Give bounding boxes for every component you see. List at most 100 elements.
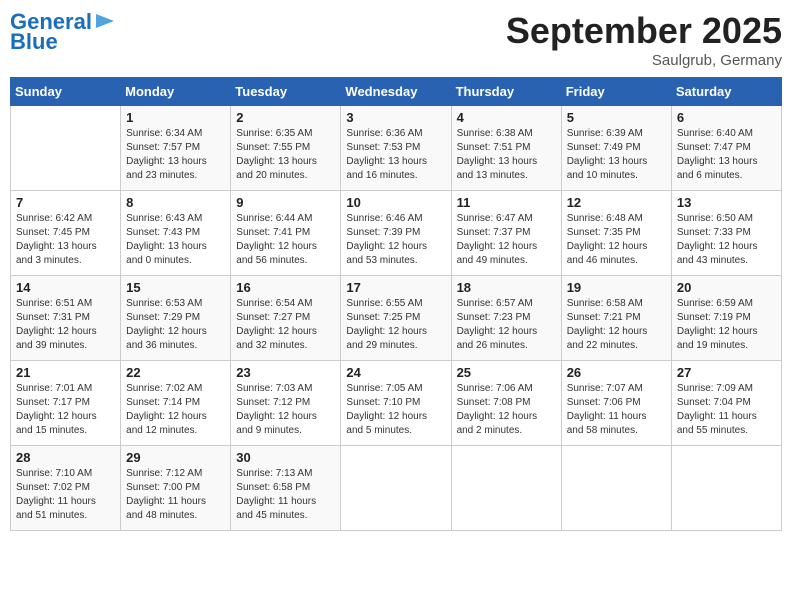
calendar-cell: 25 Sunrise: 7:06 AM Sunset: 7:08 PM Dayli… <box>451 361 561 446</box>
day-number: 28 <box>16 450 115 465</box>
calendar-cell <box>671 446 781 531</box>
calendar-cell: 28 Sunrise: 7:10 AM Sunset: 7:02 PM Dayli… <box>11 446 121 531</box>
calendar-cell: 9 Sunrise: 6:44 AM Sunset: 7:41 PM Daylig… <box>231 191 341 276</box>
calendar-cell: 7 Sunrise: 6:42 AM Sunset: 7:45 PM Daylig… <box>11 191 121 276</box>
day-number: 2 <box>236 110 335 125</box>
calendar-table: SundayMondayTuesdayWednesdayThursdayFrid… <box>10 77 782 531</box>
title-block: September 2025 Saulgrub, Germany <box>506 10 782 69</box>
calendar-cell <box>451 446 561 531</box>
logo-arrow-icon <box>94 10 116 32</box>
day-info: Sunrise: 6:54 AM Sunset: 7:27 PM Dayligh… <box>236 297 335 353</box>
calendar-cell: 20 Sunrise: 6:59 AM Sunset: 7:19 PM Dayli… <box>671 276 781 361</box>
day-number: 14 <box>16 280 115 295</box>
day-number: 27 <box>677 365 776 380</box>
day-info: Sunrise: 7:09 AM Sunset: 7:04 PM Dayligh… <box>677 382 776 438</box>
calendar-cell: 17Sunrise: 6:55 AM Sunset: 7:25 PM Dayli… <box>341 276 451 361</box>
col-header-saturday: Saturday <box>671 78 781 106</box>
day-info: Sunrise: 7:05 AM Sunset: 7:10 PM Dayligh… <box>346 382 445 438</box>
day-number: 25 <box>457 365 556 380</box>
calendar-cell: 8Sunrise: 6:43 AM Sunset: 7:43 PM Daylig… <box>121 191 231 276</box>
day-info: Sunrise: 7:02 AM Sunset: 7:14 PM Dayligh… <box>126 382 225 438</box>
day-number: 21 <box>16 365 115 380</box>
logo-text2: Blue <box>10 30 58 54</box>
day-info: Sunrise: 7:01 AM Sunset: 7:17 PM Dayligh… <box>16 382 115 438</box>
calendar-cell: 14 Sunrise: 6:51 AM Sunset: 7:31 PM Dayli… <box>11 276 121 361</box>
calendar-cell: 30 Sunrise: 7:13 AM Sunset: 6:58 PM Dayli… <box>231 446 341 531</box>
calendar-cell: 16 Sunrise: 6:54 AM Sunset: 7:27 PM Dayli… <box>231 276 341 361</box>
calendar-cell: 11 Sunrise: 6:47 AM Sunset: 7:37 PM Dayli… <box>451 191 561 276</box>
calendar-cell: 18 Sunrise: 6:57 AM Sunset: 7:23 PM Dayli… <box>451 276 561 361</box>
calendar-cell: 1 Sunrise: 6:34 AM Sunset: 7:57 PM Daylig… <box>121 106 231 191</box>
day-info: Sunrise: 6:46 AM Sunset: 7:39 PM Dayligh… <box>346 212 445 268</box>
calendar-cell: 3Sunrise: 6:36 AM Sunset: 7:53 PM Daylig… <box>341 106 451 191</box>
day-number: 19 <box>567 280 666 295</box>
day-info: Sunrise: 6:34 AM Sunset: 7:57 PM Dayligh… <box>126 127 225 183</box>
col-header-tuesday: Tuesday <box>231 78 341 106</box>
day-info: Sunrise: 6:40 AM Sunset: 7:47 PM Dayligh… <box>677 127 776 183</box>
day-info: Sunrise: 6:36 AM Sunset: 7:53 PM Dayligh… <box>346 127 445 183</box>
day-number: 22 <box>126 365 225 380</box>
day-info: Sunrise: 6:58 AM Sunset: 7:21 PM Dayligh… <box>567 297 666 353</box>
day-number: 5 <box>567 110 666 125</box>
col-header-monday: Monday <box>121 78 231 106</box>
day-info: Sunrise: 6:59 AM Sunset: 7:19 PM Dayligh… <box>677 297 776 353</box>
day-number: 15 <box>126 280 225 295</box>
day-number: 30 <box>236 450 335 465</box>
day-number: 29 <box>126 450 225 465</box>
day-info: Sunrise: 6:55 AM Sunset: 7:25 PM Dayligh… <box>346 297 445 353</box>
col-header-wednesday: Wednesday <box>341 78 451 106</box>
day-info: Sunrise: 6:48 AM Sunset: 7:35 PM Dayligh… <box>567 212 666 268</box>
month-title: September 2025 <box>506 10 782 52</box>
calendar-cell: 19 Sunrise: 6:58 AM Sunset: 7:21 PM Dayli… <box>561 276 671 361</box>
logo: General Blue <box>10 10 116 54</box>
calendar-cell: 2 Sunrise: 6:35 AM Sunset: 7:55 PM Daylig… <box>231 106 341 191</box>
calendar-cell: 24 Sunrise: 7:05 AM Sunset: 7:10 PM Dayli… <box>341 361 451 446</box>
page-header: General Blue September 2025 Saulgrub, Ge… <box>10 10 782 69</box>
day-info: Sunrise: 6:39 AM Sunset: 7:49 PM Dayligh… <box>567 127 666 183</box>
day-number: 18 <box>457 280 556 295</box>
day-info: Sunrise: 7:13 AM Sunset: 6:58 PM Dayligh… <box>236 467 335 523</box>
day-info: Sunrise: 7:10 AM Sunset: 7:02 PM Dayligh… <box>16 467 115 523</box>
day-info: Sunrise: 6:35 AM Sunset: 7:55 PM Dayligh… <box>236 127 335 183</box>
day-info: Sunrise: 6:44 AM Sunset: 7:41 PM Dayligh… <box>236 212 335 268</box>
day-number: 4 <box>457 110 556 125</box>
day-number: 6 <box>677 110 776 125</box>
calendar-cell: 12 Sunrise: 6:48 AM Sunset: 7:35 PM Dayli… <box>561 191 671 276</box>
day-number: 10 <box>346 195 445 210</box>
calendar-cell: 10 Sunrise: 6:46 AM Sunset: 7:39 PM Dayli… <box>341 191 451 276</box>
day-number: 7 <box>16 195 115 210</box>
day-number: 1 <box>126 110 225 125</box>
day-number: 16 <box>236 280 335 295</box>
calendar-cell: 13Sunrise: 6:50 AM Sunset: 7:33 PM Dayli… <box>671 191 781 276</box>
day-info: Sunrise: 6:57 AM Sunset: 7:23 PM Dayligh… <box>457 297 556 353</box>
calendar-cell: 6 Sunrise: 6:40 AM Sunset: 7:47 PM Daylig… <box>671 106 781 191</box>
col-header-friday: Friday <box>561 78 671 106</box>
day-number: 12 <box>567 195 666 210</box>
calendar-cell: 4 Sunrise: 6:38 AM Sunset: 7:51 PM Daylig… <box>451 106 561 191</box>
calendar-cell: 27 Sunrise: 7:09 AM Sunset: 7:04 PM Dayli… <box>671 361 781 446</box>
day-info: Sunrise: 7:03 AM Sunset: 7:12 PM Dayligh… <box>236 382 335 438</box>
col-header-thursday: Thursday <box>451 78 561 106</box>
calendar-cell: 5 Sunrise: 6:39 AM Sunset: 7:49 PM Daylig… <box>561 106 671 191</box>
location-subtitle: Saulgrub, Germany <box>506 52 782 69</box>
calendar-cell <box>561 446 671 531</box>
col-header-sunday: Sunday <box>11 78 121 106</box>
day-number: 23 <box>236 365 335 380</box>
calendar-cell <box>11 106 121 191</box>
day-info: Sunrise: 7:06 AM Sunset: 7:08 PM Dayligh… <box>457 382 556 438</box>
day-number: 11 <box>457 195 556 210</box>
day-info: Sunrise: 6:42 AM Sunset: 7:45 PM Dayligh… <box>16 212 115 268</box>
calendar-cell: 21 Sunrise: 7:01 AM Sunset: 7:17 PM Dayli… <box>11 361 121 446</box>
day-number: 20 <box>677 280 776 295</box>
calendar-cell: 15Sunrise: 6:53 AM Sunset: 7:29 PM Dayli… <box>121 276 231 361</box>
day-info: Sunrise: 7:12 AM Sunset: 7:00 PM Dayligh… <box>126 467 225 523</box>
day-number: 8 <box>126 195 225 210</box>
day-info: Sunrise: 7:07 AM Sunset: 7:06 PM Dayligh… <box>567 382 666 438</box>
calendar-cell: 22 Sunrise: 7:02 AM Sunset: 7:14 PM Dayli… <box>121 361 231 446</box>
day-number: 9 <box>236 195 335 210</box>
day-info: Sunrise: 6:47 AM Sunset: 7:37 PM Dayligh… <box>457 212 556 268</box>
day-info: Sunrise: 6:38 AM Sunset: 7:51 PM Dayligh… <box>457 127 556 183</box>
calendar-cell: 23 Sunrise: 7:03 AM Sunset: 7:12 PM Dayli… <box>231 361 341 446</box>
day-number: 24 <box>346 365 445 380</box>
day-info: Sunrise: 6:51 AM Sunset: 7:31 PM Dayligh… <box>16 297 115 353</box>
